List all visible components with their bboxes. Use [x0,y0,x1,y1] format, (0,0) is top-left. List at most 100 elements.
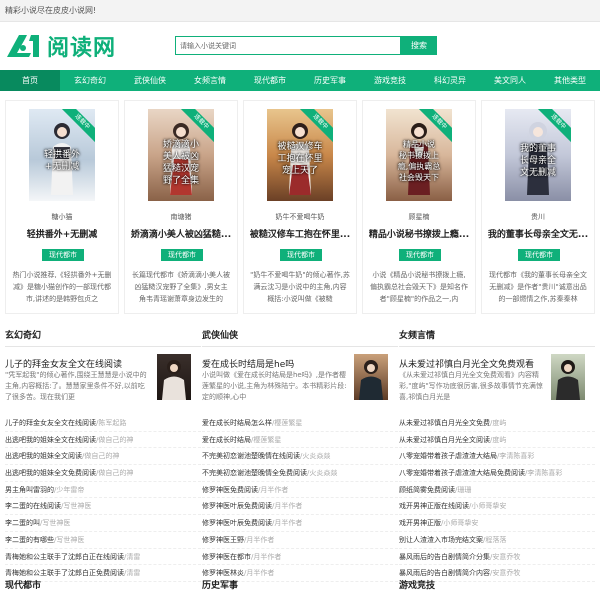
featured-cover[interactable] [354,354,388,400]
list-item[interactable]: 青梅她和公主联手了沈郎白正在线阅读/清雷 [5,549,201,566]
featured-book[interactable]: 从未爱过祁慎白月光全文免费观看 《从未爱过祁慎白月光全文免费观看》内容精彩,"度… [399,354,595,413]
book-title[interactable]: 被糙汉修车工抱在怀里... [248,227,352,240]
list-item-title[interactable]: 出逃吧我的姐妹全文阅读 [5,452,82,460]
book-cover[interactable]: 娇滴滴小 美人被凶 猛糙汉宠 野了全集 连载中 [148,109,214,201]
list-item[interactable]: 爱在成长时结局怎么样/樱莲繁星 [202,415,398,432]
column-heading[interactable]: 玄幻奇幻 [5,329,201,347]
book-card[interactable]: 被糙汉修车 工抱在怀里 宠上天了 连载中 奶牛不爱喝牛奶 被糙汉修车工抱在怀里.… [243,100,357,314]
list-item-author[interactable]: /写世神医 [61,502,91,510]
list-item-author[interactable]: /度屿 [490,436,506,444]
list-item-author[interactable]: /火炎焱燚 [307,469,337,477]
list-item[interactable]: 八零宠婚带着孩子虐渣渣大结局免费阅读/李清陈喜彩 [399,465,595,482]
list-item[interactable]: 戏开男神正版在线阅读/小师哥挚安 [399,498,595,516]
list-item[interactable]: 儿子的拜金女友全文在线阅读/陈军起路 [5,415,201,432]
list-item-author[interactable]: /樱莲繁星 [251,436,281,444]
list-item-author[interactable]: /李清陈喜彩 [497,452,534,460]
list-item-title[interactable]: 不完美初恋谢池楚晚情全免费阅读 [202,469,307,477]
search-button[interactable]: 搜索 [401,36,437,55]
list-item[interactable]: 别让人渣渣入市场完结文案/程落落 [399,532,595,549]
list-item-author[interactable]: /月半作者 [272,502,302,510]
list-item[interactable]: 修罗神医叶辰免费阅读/月半作者 [202,515,398,532]
list-item-title[interactable]: 八零宠婚带着孩子虐渣渣大结局 [399,452,497,460]
list-item-title[interactable]: 八零宠婚带着孩子虐渣渣大结局免费阅读 [399,469,525,477]
list-item-author[interactable]: /写世神医 [54,536,84,544]
list-item-title[interactable]: 李二蛋的叫 [5,519,40,527]
book-card[interactable]: 娇滴滴小 美人被凶 猛糙汉宠 野了全集 连载中 南塘猪 娇滴滴小美人被凶猛糙..… [124,100,238,314]
list-item-title[interactable]: 戏开男神正版 [399,519,441,527]
featured-title[interactable]: 从未爱过祁慎白月光全文免费观看 [399,357,549,370]
book-author[interactable]: 糖小猫 [6,212,118,222]
list-item[interactable]: 不完美初恋谢池楚晚情全免费阅读/火炎焱燚 [202,465,398,482]
book-cover[interactable]: 我的董事 长母亲全 文无删减 连载中 [505,109,571,201]
list-item-author[interactable]: /樱莲繁星 [272,419,302,427]
list-item-author[interactable]: /度屿 [490,419,506,427]
list-item-author[interactable]: /做自己的神 [96,436,133,444]
list-item[interactable]: 修罗神医在都市/月半作者 [202,549,398,566]
list-item[interactable]: 修罗神医免费阅读/月半作者 [202,482,398,499]
book-card[interactable]: 轻拱番外 +无删减 连载中 糖小猫 轻拱番外+无删减 现代都市 热门小说推荐,《… [5,100,119,314]
list-item[interactable]: 修罗神医王野/月半作者 [202,532,398,549]
nav-item-home[interactable]: 首页 [0,70,60,91]
book-author[interactable]: 奶牛不爱喝牛奶 [244,212,356,222]
list-item-title[interactable]: 修罗神医叶辰免费阅读 [202,519,272,527]
list-item-title[interactable]: 从未爱过祁慎白月光全文阅读 [399,436,490,444]
list-item-author[interactable]: /清雷 [124,569,140,577]
featured-book[interactable]: 爱在成长时结局是he吗 小说叫做《爱在成长时结局是he吗》,是作者樱莲繁星的小说… [202,354,398,413]
list-item[interactable]: 修罗神医叶辰免费阅读/月半作者 [202,498,398,516]
list-item-title[interactable]: 暴风雨后的告白剧情简介内容 [399,569,490,577]
list-item-author[interactable]: /清雷 [124,553,140,561]
list-item-author[interactable]: /珊珊 [455,486,471,494]
featured-title[interactable]: 爱在成长时结局是he吗 [202,357,352,370]
nav-item-wuxia[interactable]: 武侠仙侠 [120,70,180,91]
list-item[interactable]: 李二蛋的在线阅读/写世神医 [5,498,201,516]
next-section-heading[interactable]: 游戏竞技 [399,578,435,591]
list-item-author[interactable]: /写世神医 [40,519,70,527]
list-item-title[interactable]: 修罗神医叶辰免费阅读 [202,502,272,510]
list-item[interactable]: 男主角叫雷羽的/少年雷帝 [5,482,201,499]
next-section-heading[interactable]: 历史军事 [202,578,238,591]
site-logo[interactable]: 阅读网 [5,30,116,62]
nav-item-games[interactable]: 游戏竞技 [360,70,420,91]
book-author[interactable]: 南塘猪 [125,212,237,222]
list-item[interactable]: 出逃吧我的姐妹全文阅读/做自己的神 [5,448,201,466]
list-item-title[interactable]: 戏开男神正版在线阅读 [399,502,469,510]
column-heading[interactable]: 武侠仙侠 [202,329,398,347]
nav-item-fanfic[interactable]: 美文同人 [480,70,540,91]
list-item-author[interactable]: /月半作者 [258,486,288,494]
category-badge[interactable]: 现代都市 [280,249,322,261]
book-author[interactable]: 贵川 [482,212,594,222]
list-item[interactable]: 八零宠婚带着孩子虐渣渣大结局/李清陈喜彩 [399,448,595,466]
category-badge[interactable]: 现代都市 [42,249,84,261]
list-item-author[interactable]: /月半作者 [244,536,274,544]
list-item-author[interactable]: /陈军起路 [96,419,126,427]
list-item[interactable]: 爱在成长时结局/樱莲繁星 [202,432,398,449]
list-item[interactable]: 李二蛋的叫/写世神医 [5,515,201,532]
next-section-heading[interactable]: 现代都市 [5,578,41,591]
list-item[interactable]: 暴风雨后的告白剧情简介分集/安意乔牧 [399,549,595,566]
nav-item-scifi[interactable]: 科幻灵异 [420,70,480,91]
list-item-author[interactable]: /程落落 [483,536,506,544]
book-author[interactable]: 顾星楠 [363,212,475,222]
list-item-title[interactable]: 出逃吧我的姐妹全文在线阅读 [5,436,96,444]
book-title[interactable]: 我的董事长母亲全文无... [486,227,590,240]
book-cover[interactable]: 轻拱番外 +无删减 连载中 [29,109,95,201]
featured-cover[interactable] [551,354,585,400]
list-item-title[interactable]: 从未爱过祁慎白月光全文免费 [399,419,490,427]
list-item-title[interactable]: 修罗神医免费阅读 [202,486,258,494]
list-item-author[interactable]: /火炎焱燚 [300,452,330,460]
list-item-title[interactable]: 李二蛋的在线阅读 [5,502,61,510]
category-badge[interactable]: 现代都市 [518,249,560,261]
category-badge[interactable]: 现代都市 [161,249,203,261]
list-item-author[interactable]: /安意乔牧 [490,569,520,577]
list-item[interactable]: 出逃吧我的姐妹全文在线阅读/做自己的神 [5,432,201,449]
list-item[interactable]: 不完美初恋谢池楚晚情在线阅读/火炎焱燚 [202,448,398,466]
list-item-author[interactable]: /做自己的神 [96,469,133,477]
list-item[interactable]: 从未爱过祁慎白月光全文阅读/度屿 [399,432,595,449]
list-item-author[interactable]: /少年雷帝 [54,486,84,494]
book-title[interactable]: 精品小说秘书撩拨上瘾... [367,227,471,240]
list-item-title[interactable]: 顾纸简雾免费阅读 [399,486,455,494]
list-item-title[interactable]: 修罗神医在都市 [202,553,251,561]
nav-item-other[interactable]: 其他类型 [540,70,600,91]
nav-item-history[interactable]: 历史军事 [300,70,360,91]
book-cover[interactable]: 被糙汉修车 工抱在怀里 宠上天了 连载中 [267,109,333,201]
